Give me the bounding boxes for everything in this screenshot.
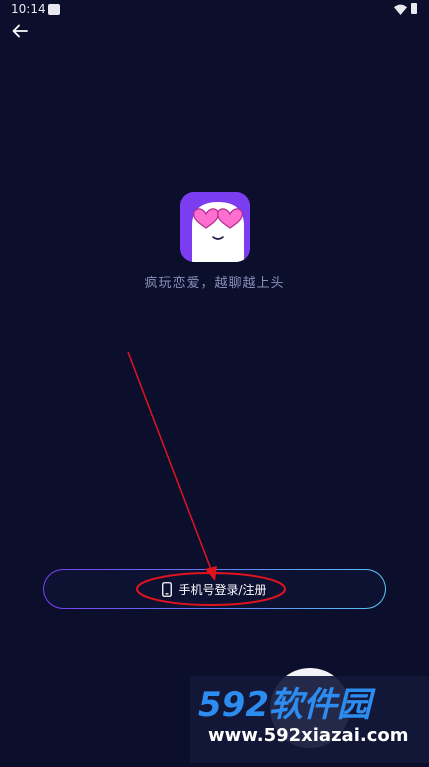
- login-button-label: 手机号登录/注册: [178, 582, 267, 597]
- svg-text:www.592xiazai.com: www.592xiazai.com: [208, 725, 409, 746]
- annotation-arrow: [127, 351, 213, 573]
- app-logo: [180, 192, 250, 262]
- wifi-icon: [394, 4, 407, 15]
- annotation-overlay: [127, 351, 286, 606]
- arrow-left-icon: [12, 24, 28, 38]
- phone-login-button[interactable]: 手机号登录/注册: [43, 569, 386, 609]
- status-time: 10:14: [11, 2, 46, 16]
- watermark-logo: 592软件园 www.592xiazai.com: [198, 685, 409, 746]
- heart-sunglasses-ghost-icon: [180, 192, 250, 262]
- back-button[interactable]: [8, 20, 32, 42]
- phone-icon: [162, 581, 173, 597]
- watermark: 592软件园 www.592xiazai.com: [190, 676, 429, 763]
- svg-text:592软件园: 592软件园: [198, 685, 376, 725]
- tagline: 疯玩恋爱，越聊越上头: [144, 276, 285, 291]
- battery-icon: [411, 3, 417, 14]
- status-bar: 10:14: [0, 0, 429, 20]
- notification-icon: [48, 4, 60, 15]
